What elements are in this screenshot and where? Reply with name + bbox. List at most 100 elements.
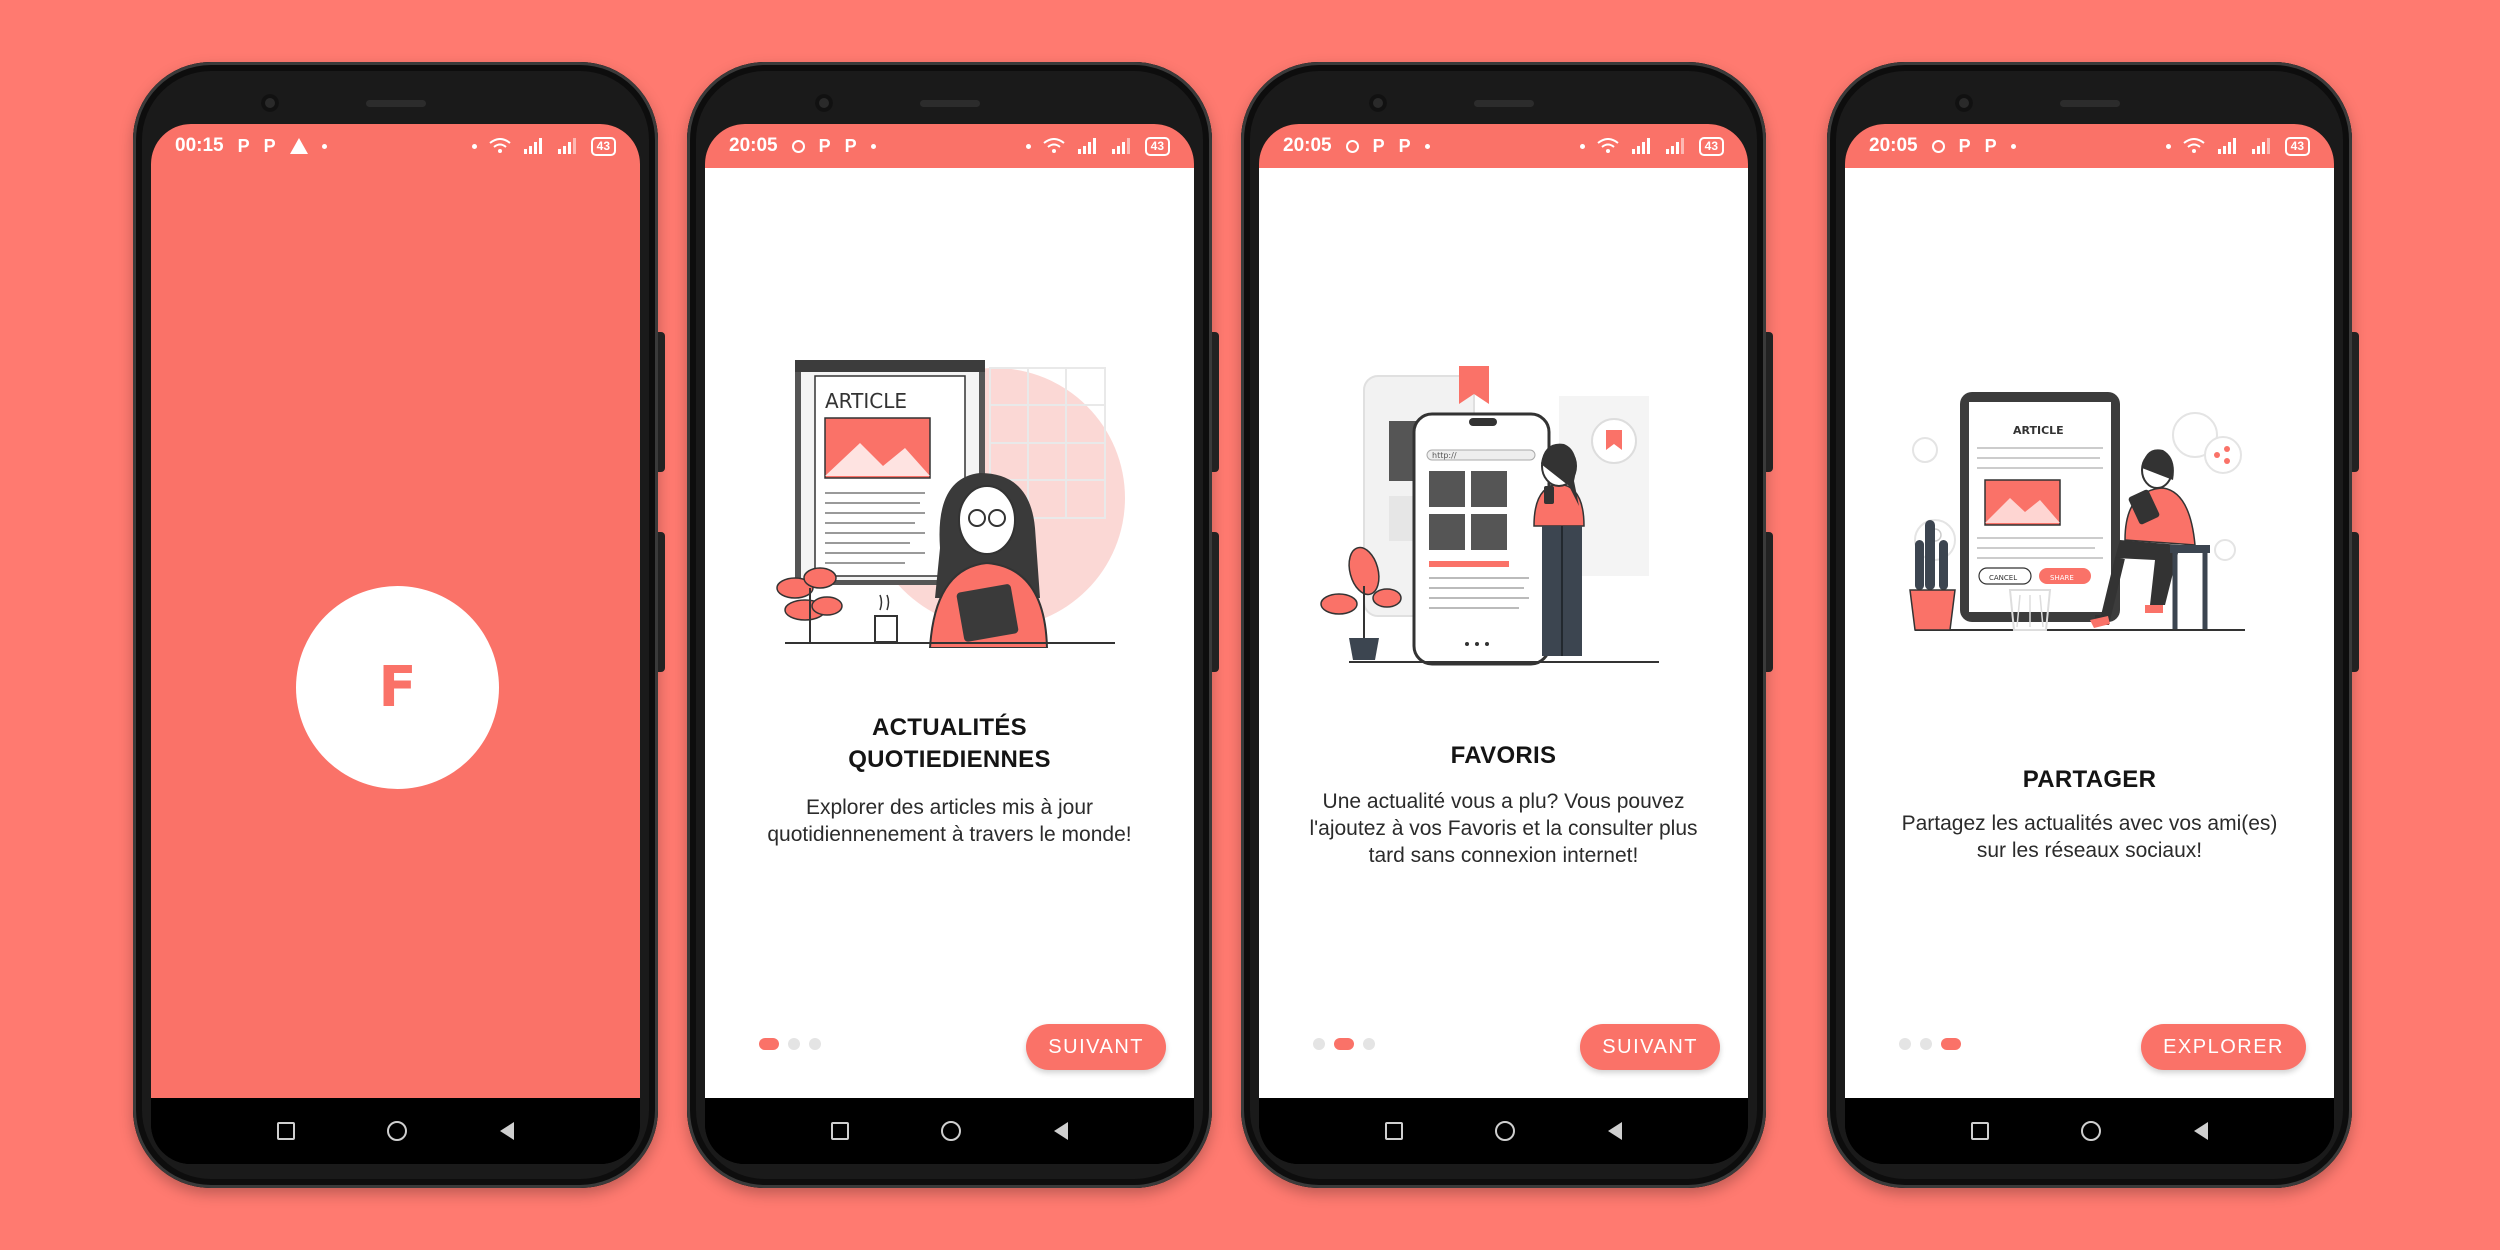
front-camera: [815, 94, 833, 112]
splash-screen: F: [151, 168, 640, 1098]
onboarding-page: ARTICLE CANCEL SHARE PARTAGER Partagez l…: [1845, 168, 2334, 1098]
page-dot: [1313, 1038, 1325, 1050]
sync-icon: [791, 139, 805, 153]
recents-icon[interactable]: [1385, 1122, 1404, 1140]
notification-dot-icon: [870, 143, 876, 149]
signal-icon: [1111, 138, 1130, 154]
illustration-cancel-text: CANCEL: [1989, 574, 2017, 582]
screen: 20:05 P P 43: [705, 124, 1194, 1164]
home-icon[interactable]: [387, 1121, 408, 1141]
earpiece: [2059, 100, 2120, 107]
share-illustration: ARTICLE CANCEL SHARE: [1909, 392, 2245, 631]
page-indicator: [1899, 1038, 1961, 1050]
illustration-url-text: http://: [1432, 451, 1457, 460]
signal-icon: [2251, 138, 2270, 154]
back-icon[interactable]: [1607, 1122, 1622, 1140]
volume-button: [1766, 332, 1773, 472]
page-dot: [1899, 1038, 1911, 1050]
page-dot: [1363, 1038, 1375, 1050]
status-time: 20:05: [1869, 135, 1918, 156]
recents-icon[interactable]: [277, 1122, 296, 1140]
phone-onboarding-favorites: 20:05 P P 43 http:// FAVORIS Une actuali…: [1241, 62, 1773, 1188]
onboarding-title: ACTUALITÉS QUOTIEDIENNES: [848, 714, 1051, 773]
news-reading-illustration: ARTICLE: [776, 360, 1125, 648]
sync-icon: [1345, 139, 1359, 153]
page-dot: [788, 1038, 800, 1050]
phone-onboarding-share: 20:05 P P 43 ARTICLE CANCEL SHARE PARTAG…: [1827, 62, 2359, 1188]
status-time: 20:05: [1283, 135, 1332, 156]
recents-icon[interactable]: [831, 1122, 850, 1140]
status-bar: 20:05 P P 43: [705, 124, 1194, 168]
signal-icon: [523, 138, 542, 154]
signal-icon: [557, 138, 576, 154]
earpiece: [919, 100, 980, 107]
dot-icon: [1579, 143, 1585, 149]
status-bar: 00:15 P P 43: [151, 124, 640, 168]
home-icon[interactable]: [1495, 1121, 1516, 1141]
wifi-icon: [489, 138, 511, 153]
recents-icon[interactable]: [1971, 1122, 1990, 1140]
onboarding-description: Une actualité vous a plu? Vous pouvez l'…: [1309, 790, 1698, 867]
parking-icon: P: [1398, 135, 1411, 156]
home-icon[interactable]: [941, 1121, 962, 1141]
status-time: 20:05: [729, 135, 778, 156]
dot-icon: [2165, 143, 2171, 149]
parking-icon: P: [818, 135, 831, 156]
app-logo: F: [296, 586, 499, 789]
notification-dot-icon: [2010, 143, 2016, 149]
page-dot-active: [759, 1038, 779, 1050]
onboarding-title: FAVORIS: [1450, 742, 1557, 769]
wifi-icon: [1597, 138, 1619, 153]
parking-icon: P: [237, 135, 250, 156]
status-bar: 20:05 P P 43: [1259, 124, 1748, 168]
dot-icon: [471, 143, 477, 149]
navigation-bar: [1845, 1098, 2334, 1164]
next-button[interactable]: SUIVANT: [1580, 1024, 1720, 1070]
warning-icon: [289, 138, 308, 154]
screen: 00:15 P P 43 F: [151, 124, 640, 1164]
volume-button: [2352, 332, 2359, 472]
back-icon[interactable]: [2193, 1122, 2208, 1140]
power-button: [1212, 532, 1219, 672]
notification-dot-icon: [1424, 143, 1430, 149]
onboarding-description: Explorer des articles mis à jour quotidi…: [767, 796, 1132, 846]
screen: 20:05 P P 43: [1845, 124, 2334, 1164]
onboarding-page: ARTICLE ACTUALITÉS QUOTIEDIENNES Explore…: [705, 168, 1194, 1098]
status-bar: 20:05 P P 43: [1845, 124, 2334, 168]
illustration-article-text: ARTICLE: [825, 389, 907, 413]
parking-icon: P: [263, 135, 276, 156]
notification-dot-icon: [321, 143, 327, 149]
status-time: 00:15: [175, 135, 224, 156]
volume-button: [658, 332, 665, 472]
phone-splash: 00:15 P P 43 F: [133, 62, 665, 1188]
front-camera: [1369, 94, 1387, 112]
parking-icon: P: [844, 135, 857, 156]
back-icon[interactable]: [1053, 1122, 1068, 1140]
front-camera: [261, 94, 279, 112]
onboarding-title: PARTAGER: [2022, 766, 2157, 793]
illustration-article-text: ARTICLE: [2013, 424, 2064, 437]
wifi-icon: [1043, 138, 1065, 153]
volume-button: [1212, 332, 1219, 472]
page-dot-active: [1941, 1038, 1961, 1050]
back-icon[interactable]: [499, 1122, 514, 1140]
navigation-bar: [151, 1098, 640, 1164]
explore-button[interactable]: EXPLORER: [2141, 1024, 2306, 1070]
page-indicator: [759, 1038, 821, 1050]
logo-letter: F: [378, 655, 417, 720]
home-icon[interactable]: [2081, 1121, 2102, 1141]
favorites-illustration: http://: [1320, 366, 1659, 666]
next-button[interactable]: SUIVANT: [1026, 1024, 1166, 1070]
onboarding-page: http:// FAVORIS Une actualité vous a plu…: [1259, 168, 1748, 1098]
navigation-bar: [1259, 1098, 1748, 1164]
signal-icon: [1665, 138, 1684, 154]
battery-icon: 43: [1698, 136, 1724, 156]
battery-icon: 43: [590, 136, 616, 156]
illustration-share-text: SHARE: [2050, 574, 2074, 582]
parking-icon: P: [1958, 135, 1971, 156]
parking-icon: P: [1372, 135, 1385, 156]
parking-icon: P: [1984, 135, 1997, 156]
battery-icon: 43: [2284, 136, 2310, 156]
signal-icon: [1631, 138, 1650, 154]
sync-icon: [1931, 139, 1945, 153]
